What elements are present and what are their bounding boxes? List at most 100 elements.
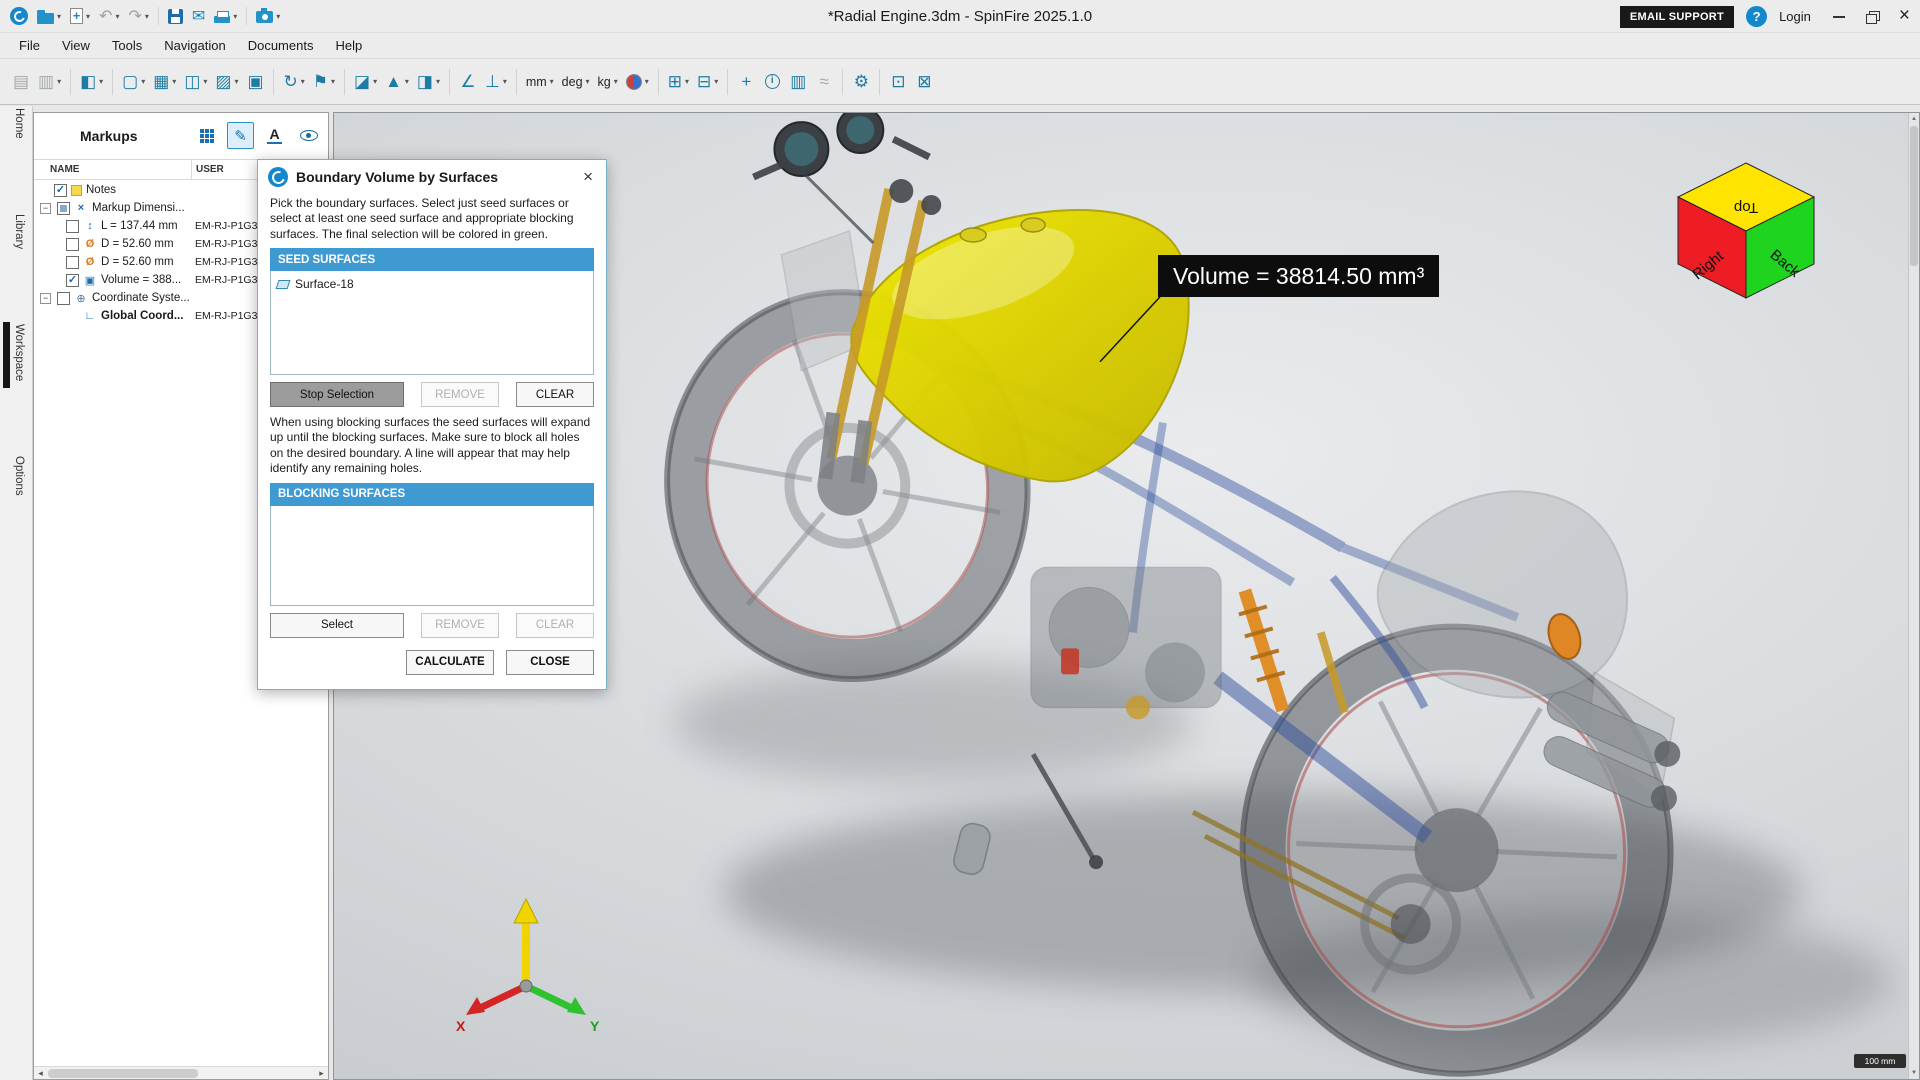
settings-gear-icon[interactable]: ⚙ — [848, 64, 874, 100]
menu-navigation[interactable]: Navigation — [153, 38, 236, 53]
insert-document-icon-dropdown-icon[interactable]: ▾ — [86, 12, 90, 21]
render-mode-icon-dropdown-icon[interactable]: ▾ — [141, 77, 145, 86]
scroll-right-icon[interactable] — [315, 1067, 328, 1079]
menu-view[interactable]: View — [51, 38, 101, 53]
capture-icon[interactable]: ▾ — [252, 3, 284, 29]
seed-clear-button[interactable]: CLEAR — [516, 382, 594, 407]
viewport-scroll-thumb[interactable] — [1910, 126, 1918, 266]
tree-checkbox[interactable] — [66, 274, 79, 287]
tree-collapse-toggle[interactable]: − — [40, 293, 51, 304]
exploded-view-icon[interactable]: ▲▾ — [381, 64, 413, 100]
callout-tool-icon[interactable]: ◪▾ — [350, 64, 381, 100]
grid-view-icon[interactable] — [193, 122, 220, 149]
datum-measure-icon[interactable]: ⊥▾ — [481, 64, 511, 100]
engine[interactable] — [1031, 568, 1221, 720]
scroll-left-icon[interactable] — [34, 1067, 47, 1079]
side-tab-options[interactable]: Options — [13, 456, 32, 501]
standard-views-icon[interactable]: ◫▾ — [180, 64, 211, 100]
menu-documents[interactable]: Documents — [237, 38, 325, 53]
print-icon[interactable]: ▾ — [210, 3, 241, 29]
rotation-tool-icon[interactable]: ↻▾ — [279, 64, 308, 100]
mass-units-dropdown-icon[interactable]: ▾ — [614, 77, 618, 86]
help-icon[interactable]: ? — [1746, 6, 1767, 27]
exploded-view-icon-dropdown-icon[interactable]: ▾ — [405, 77, 409, 86]
view-state-icon-dropdown-icon[interactable]: ▾ — [57, 77, 61, 86]
email-icon[interactable]: ✉ — [188, 3, 209, 29]
scroll-up-icon[interactable] — [1909, 113, 1919, 125]
markup-edit-icon[interactable]: ✎ — [227, 122, 254, 149]
info-icon[interactable] — [759, 64, 785, 100]
text-markup-icon[interactable]: A — [261, 122, 288, 149]
tree-checkbox[interactable] — [54, 184, 67, 197]
seed-surfaces-list[interactable]: Surface-18 — [270, 271, 594, 375]
scroll-down-icon[interactable] — [1909, 1067, 1919, 1079]
standard-views-icon-dropdown-icon[interactable]: ▾ — [203, 77, 207, 86]
angle-units[interactable]: deg▾ — [558, 64, 594, 100]
menu-help[interactable]: Help — [324, 38, 373, 53]
save-icon[interactable] — [164, 3, 187, 29]
volume-annotation[interactable]: Volume = 38814.50 mm³ — [1158, 255, 1439, 297]
open-document-icon[interactable]: ▾ — [33, 3, 65, 29]
insert-document-icon[interactable]: ▾ — [66, 3, 94, 29]
tree-checkbox[interactable] — [66, 220, 79, 233]
section-tool-icon-dropdown-icon[interactable]: ▾ — [436, 77, 440, 86]
login-link[interactable]: Login — [1779, 9, 1811, 24]
probe-point-icon[interactable]: + — [733, 64, 759, 100]
dialog-titlebar[interactable]: Boundary Volume by Surfaces × — [258, 160, 606, 194]
blocking-surfaces-list[interactable] — [270, 506, 594, 606]
viewport-vertical-scrollbar[interactable] — [1908, 113, 1919, 1079]
navigation-cube[interactable]: Top Right Back — [1674, 159, 1824, 309]
redo-icon-dropdown-icon[interactable]: ▾ — [145, 12, 149, 21]
compare-models-icon-dropdown-icon[interactable]: ▾ — [685, 77, 689, 86]
transparency-icon-dropdown-icon[interactable]: ▾ — [234, 77, 238, 86]
column-name[interactable]: NAME — [34, 164, 191, 175]
close-icon[interactable] — [1899, 8, 1910, 26]
open-document-icon-dropdown-icon[interactable]: ▾ — [57, 12, 61, 21]
render-mode-icon[interactable]: ▢▾ — [118, 64, 149, 100]
length-units-dropdown-icon[interactable]: ▾ — [550, 77, 554, 86]
gauges[interactable] — [753, 113, 929, 243]
email-support-button[interactable]: EMAIL SUPPORT — [1620, 6, 1734, 28]
section-tool-icon[interactable]: ◨▾ — [413, 64, 444, 100]
minimize-icon[interactable] — [1833, 16, 1845, 18]
rotation-tool-icon-dropdown-icon[interactable]: ▾ — [301, 77, 305, 86]
menu-tools[interactable]: Tools — [101, 38, 153, 53]
mass-units[interactable]: kg▾ — [594, 64, 622, 100]
angle-measure-icon[interactable]: ∠ — [455, 64, 481, 100]
image-capture-icon[interactable]: ◧▾ — [76, 64, 107, 100]
tree-checkbox[interactable] — [66, 238, 79, 251]
markup-tools-icon[interactable]: ⚑▾ — [309, 64, 339, 100]
calculate-button[interactable]: CALCULATE — [406, 650, 494, 675]
viewport-layout-icon[interactable]: ▦▾ — [149, 64, 180, 100]
print-icon-dropdown-icon[interactable]: ▾ — [233, 12, 237, 21]
app-logo[interactable] — [6, 3, 32, 29]
datum-measure-icon-dropdown-icon[interactable]: ▾ — [503, 77, 507, 86]
markup-tools-icon-dropdown-icon[interactable]: ▾ — [331, 77, 335, 86]
tree-collapse-toggle[interactable]: − — [40, 203, 51, 214]
seed-surface-item[interactable]: Surface-18 — [277, 275, 587, 293]
visibility-icon[interactable] — [295, 122, 322, 149]
tree-checkbox[interactable] — [66, 256, 79, 269]
statistics-icon[interactable]: ▥ — [785, 64, 811, 100]
side-tab-workspace[interactable]: Workspace — [13, 324, 32, 386]
locale-icon[interactable]: ▾ — [622, 64, 653, 100]
restore-icon[interactable] — [1865, 10, 1879, 23]
viewport-layout-icon-dropdown-icon[interactable]: ▾ — [172, 77, 176, 86]
blocking-select-button[interactable]: Select — [270, 613, 404, 638]
capture-icon-dropdown-icon[interactable]: ▾ — [276, 12, 280, 21]
callout-tool-icon-dropdown-icon[interactable]: ▾ — [373, 77, 377, 86]
model-info-icon-dropdown-icon[interactable]: ▾ — [714, 77, 718, 86]
dialog-close-icon[interactable]: × — [580, 167, 596, 187]
tree-checkbox[interactable] — [57, 292, 70, 305]
menu-file[interactable]: File — [8, 38, 51, 53]
locale-icon-dropdown-icon[interactable]: ▾ — [645, 77, 649, 86]
tree-checkbox[interactable] — [57, 202, 70, 215]
model-archive-icon[interactable]: ▣ — [242, 64, 268, 100]
scroll-thumb[interactable] — [48, 1069, 198, 1078]
compare-models-icon[interactable]: ⊞▾ — [664, 64, 693, 100]
length-units[interactable]: mm▾ — [522, 64, 558, 100]
undo-icon-dropdown-icon[interactable]: ▾ — [115, 12, 119, 21]
dialog-close-button[interactable]: CLOSE — [506, 650, 594, 675]
panel-horizontal-scrollbar[interactable] — [34, 1066, 328, 1079]
side-tab-library[interactable]: Library — [13, 214, 32, 254]
